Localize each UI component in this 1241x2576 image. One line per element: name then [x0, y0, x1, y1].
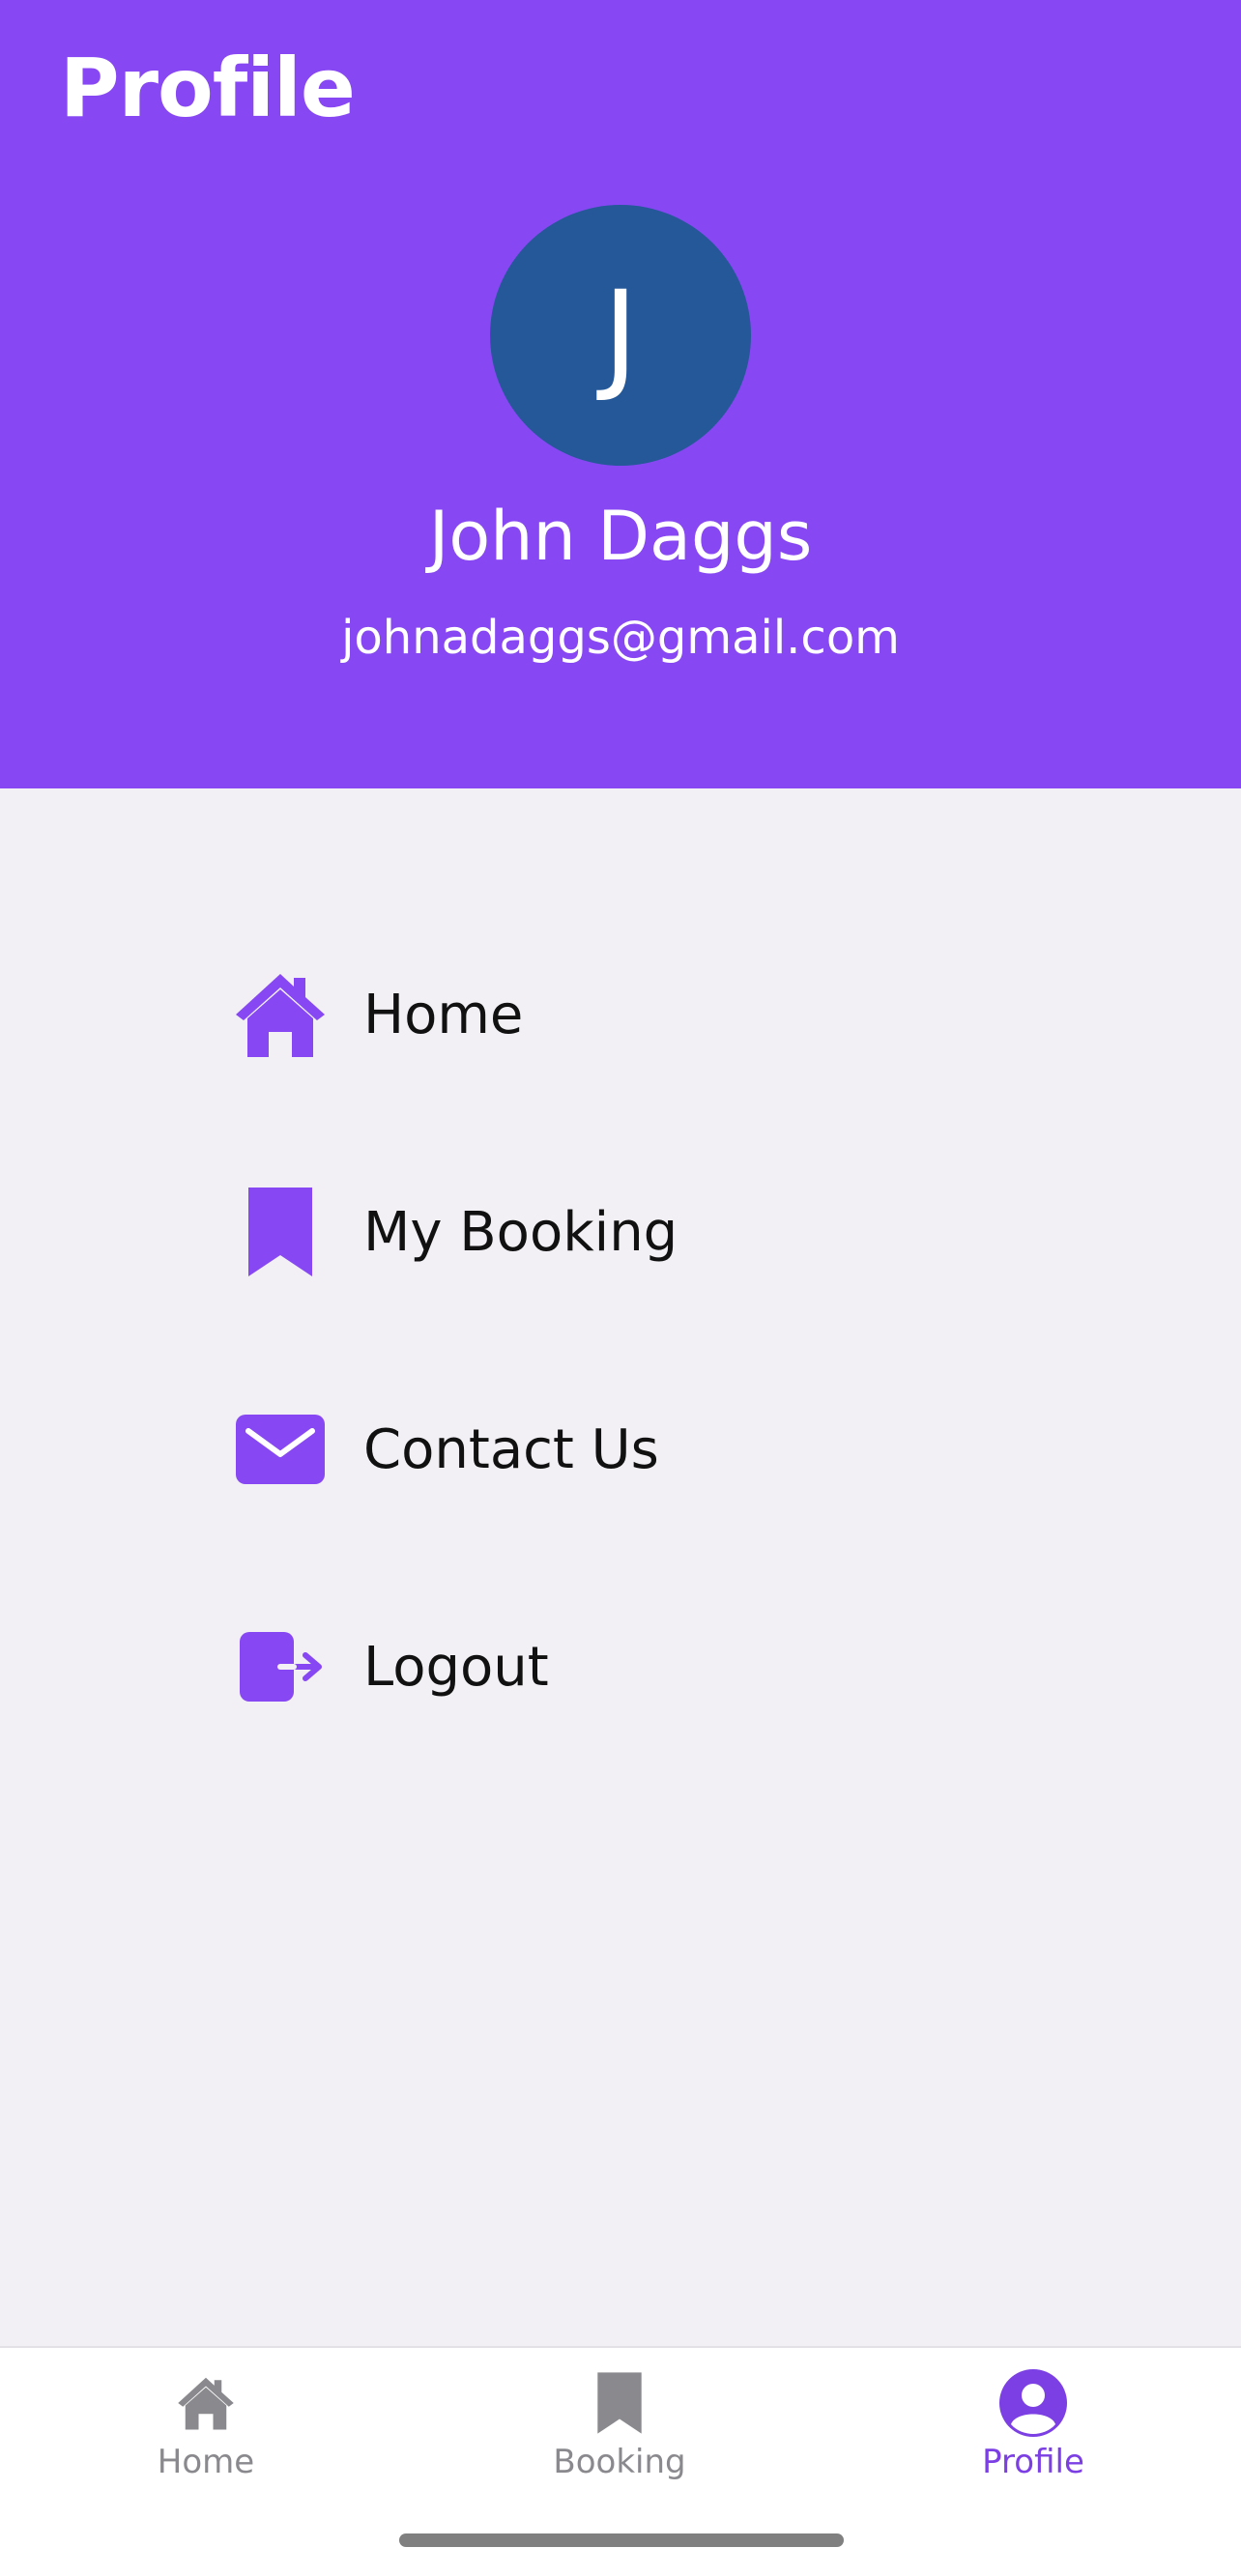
mail-icon	[222, 1391, 338, 1507]
menu-item-label: Home	[363, 983, 524, 1046]
user-name: John Daggs	[428, 497, 813, 576]
menu-item-my-booking[interactable]: My Booking	[222, 1174, 678, 1290]
tab-label: Home	[157, 2443, 255, 2481]
home-icon	[167, 2369, 245, 2437]
logout-icon	[222, 1609, 338, 1725]
profile-header: Profile J John Daggs johnadaggs@gmail.co…	[0, 0, 1241, 788]
avatar: J	[490, 205, 751, 466]
menu-item-home[interactable]: Home	[222, 957, 523, 1073]
tab-label: Profile	[982, 2443, 1084, 2481]
menu-item-logout[interactable]: Logout	[222, 1609, 549, 1725]
menu-item-label: My Booking	[363, 1200, 678, 1264]
tab-label: Booking	[553, 2443, 686, 2481]
page-title: Profile	[60, 41, 356, 135]
tab-booking[interactable]: Booking	[494, 2369, 745, 2495]
home-icon	[222, 957, 338, 1073]
tab-profile[interactable]: Profile	[908, 2369, 1159, 2495]
menu-item-label: Logout	[363, 1635, 549, 1699]
profile-screen: Profile J John Daggs johnadaggs@gmail.co…	[0, 0, 1241, 2576]
home-indicator	[399, 2533, 844, 2547]
bookmark-icon	[581, 2369, 658, 2437]
menu-item-label: Contact Us	[363, 1417, 659, 1481]
user-circle-icon	[995, 2369, 1072, 2437]
avatar-initial: J	[602, 266, 639, 405]
menu-item-contact-us[interactable]: Contact Us	[222, 1391, 659, 1507]
user-email: johnadaggs@gmail.com	[341, 611, 900, 665]
tab-home[interactable]: Home	[80, 2369, 332, 2495]
bookmark-icon	[222, 1174, 338, 1290]
